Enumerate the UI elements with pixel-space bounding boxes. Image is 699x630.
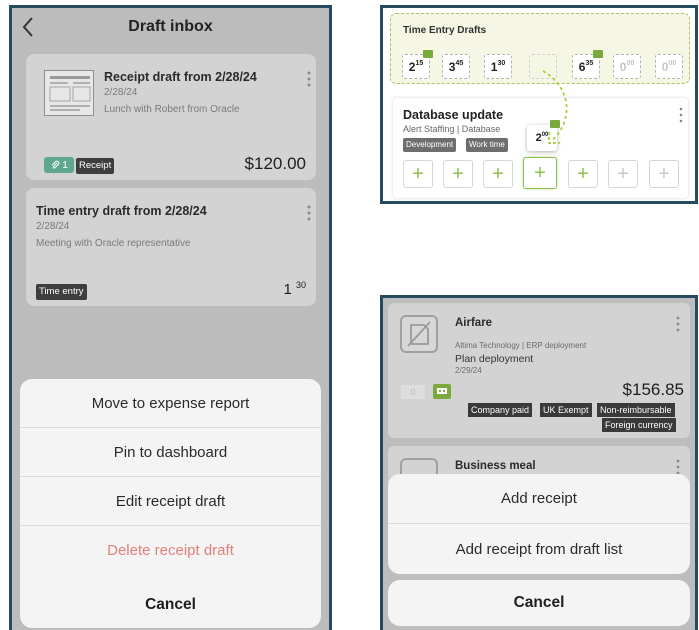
expense-title: Business meal (455, 460, 536, 472)
drag-demo-screen: Time Entry Drafts 2 15 3 45 1 30 6 35 0 00 00… (383, 8, 695, 201)
note-icon (423, 50, 433, 58)
time-entry-draft-title: Time entry draft from 2/28/24 (36, 204, 207, 218)
action-sheet: Move to expense report Pin to dashboard … (20, 379, 321, 601)
chip-minutes: 15 (415, 60, 424, 67)
expense-report-phone: Airfare Altima Technology | ERP deployme… (380, 295, 698, 630)
pin-to-dashboard-button[interactable]: Pin to dashboard (20, 428, 321, 477)
draft-chip[interactable]: 1 30 (484, 54, 512, 79)
chip-hours: 3 (448, 59, 456, 74)
expense-date: 2/29/24 (455, 366, 482, 375)
note-icon (550, 120, 560, 128)
foreign-currency-tag: Foreign currency (602, 418, 676, 432)
kebab-menu-icon[interactable] (678, 106, 684, 124)
expense-project: Plan deployment (455, 353, 534, 365)
duration-hours: 1 (283, 281, 292, 298)
chip-hours: 1 (490, 59, 498, 74)
chip-hours: 2 (408, 59, 416, 74)
attachment-count-badge: 1 (44, 157, 74, 173)
chip-minutes: 00 (668, 60, 677, 67)
dragged-draft-chip[interactable]: 2 00 (527, 120, 560, 151)
chip-minutes: 30 (497, 60, 506, 67)
add-time-drop-target[interactable]: + (523, 157, 557, 189)
expense-subtitle: Altima Technology | ERP deployment (455, 341, 587, 350)
drafts-tray-title: Time Entry Drafts (403, 25, 487, 36)
non-reimbursable-tag: Non-reimbursable (597, 403, 675, 417)
add-receipt-button[interactable]: Add receipt (388, 474, 690, 524)
draft-inbox-screen: Draft inbox Receipt draft from 2/28/24 2… (12, 8, 329, 630)
chip-minutes: 35 (585, 60, 594, 67)
add-time-button[interactable]: + (443, 160, 473, 188)
receipt-amount: $120.00 (244, 154, 306, 173)
receipt-draft-title: Receipt draft from 2/28/24 (104, 70, 257, 84)
time-entry-duration: 1 30 (283, 280, 306, 298)
work-time-tag: Work time (466, 138, 508, 152)
cancel-button[interactable]: Cancel (20, 581, 321, 628)
note-icon (593, 50, 603, 58)
duration-minutes: 30 (295, 280, 306, 290)
draft-chip[interactable]: 2 15 (402, 50, 433, 79)
empty-chip-slot (529, 54, 557, 79)
page-title: Draft inbox (128, 18, 213, 35)
receipt-thumbnail (44, 70, 94, 116)
task-title: Database update (403, 108, 504, 122)
draft-chip[interactable]: 6 35 (572, 50, 603, 79)
draft-inbox-phone: Draft inbox Receipt draft from 2/28/24 2… (9, 5, 332, 630)
cancel-button[interactable]: Cancel (388, 580, 690, 626)
draft-chip[interactable]: 0 00 (655, 54, 683, 79)
receipt-draft-card[interactable]: Receipt draft from 2/28/24 2/28/24 Lunch… (26, 54, 316, 180)
development-tag: Development (403, 138, 457, 152)
attachment-count: 1 (62, 159, 68, 171)
chip-hours: 0 (619, 59, 627, 74)
edit-receipt-draft-button[interactable]: Edit receipt draft (20, 477, 321, 526)
add-receipt-action-sheet: Add receipt Add receipt from draft list (388, 474, 690, 574)
chip-hours: 6 (578, 59, 586, 74)
draft-chip[interactable]: 0 00 (613, 54, 641, 79)
kebab-menu-icon[interactable] (306, 70, 312, 88)
no-receipt-icon (400, 315, 438, 353)
add-time-button[interactable]: + (483, 160, 513, 188)
back-chevron-icon[interactable] (18, 14, 42, 40)
time-entry-draft-description: Meeting with Oracle representative (36, 238, 191, 249)
receipt-draft-description: Lunch with Robert from Oracle (104, 104, 240, 115)
receipt-draft-date: 2/28/24 (104, 87, 138, 98)
paperclip-icon (51, 160, 60, 169)
kebab-menu-icon[interactable] (306, 204, 312, 222)
delete-receipt-draft-button[interactable]: Delete receipt draft (20, 526, 321, 575)
draft-inbox-header: Draft inbox (12, 8, 329, 46)
kebab-menu-icon[interactable] (675, 315, 681, 333)
comment-icon (437, 388, 447, 394)
draft-chip[interactable]: 3 45 (442, 54, 470, 79)
note-icon (433, 384, 451, 399)
time-entry-draft-card[interactable]: Time entry draft from 2/28/24 2/28/24 Me… (26, 188, 316, 306)
time-entry-tag: Time entry (36, 284, 87, 300)
attachment-count: 0 (410, 387, 416, 397)
chip-minutes: 00 (626, 60, 635, 67)
expense-amount: $156.85 (622, 380, 684, 399)
add-time-button[interactable]: + (568, 160, 598, 188)
expense-title: Airfare (455, 317, 493, 329)
chip-minutes: 45 (455, 60, 464, 67)
move-to-expense-report-button[interactable]: Move to expense report (20, 379, 321, 428)
add-time-button[interactable]: + (649, 160, 679, 188)
database-update-card[interactable]: Database update Alert Staffing | Databas… (393, 98, 688, 198)
airfare-expense-card[interactable]: Airfare Altima Technology | ERP deployme… (388, 303, 690, 438)
attachment-count-badge: 0 (401, 385, 425, 399)
drag-demo-phone: Time Entry Drafts 2 15 3 45 1 30 6 35 0 00 00… (380, 5, 698, 204)
receipt-image-icon (49, 76, 91, 111)
uk-exempt-tag: UK Exempt (540, 403, 592, 417)
expense-report-screen: Airfare Altima Technology | ERP deployme… (383, 298, 695, 630)
chip-minutes: 00 (541, 132, 549, 138)
time-entry-draft-date: 2/28/24 (36, 221, 70, 232)
company-paid-tag: Company paid (468, 403, 533, 417)
receipt-missing-icon (407, 321, 431, 347)
task-subtitle: Alert Staffing | Database (403, 124, 501, 134)
chip-hours: 0 (661, 59, 669, 74)
add-time-button[interactable]: + (403, 160, 433, 188)
receipt-tag: Receipt (76, 158, 115, 174)
add-receipt-from-draft-list-button[interactable]: Add receipt from draft list (388, 524, 690, 574)
add-time-button[interactable]: + (608, 160, 638, 188)
time-entry-drafts-tray: Time Entry Drafts 2 15 3 45 1 30 6 35 0 00 00… (390, 13, 690, 84)
